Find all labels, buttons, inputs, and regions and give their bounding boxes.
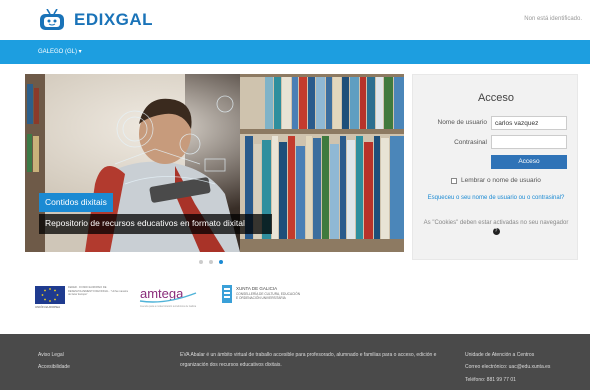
eu-text: FEDER · FONDO EUROPEO DE DESENVOLVEMENTO…	[68, 286, 128, 296]
language-selector[interactable]: GALEGO (GL) ▾	[38, 48, 82, 55]
footer-accessibility-link[interactable]: Accesibilidade	[38, 362, 70, 372]
top-navbar: GALEGO (GL) ▾	[0, 40, 590, 64]
footer-contact-title: Unidade de Atención a Centros	[465, 352, 535, 358]
eu-caption: UNIÓN EUROPEA	[35, 305, 61, 309]
xunta-title: XUNTA DE GALICIA	[236, 286, 278, 291]
password-label: Contrasinal	[454, 139, 487, 146]
slider-dot-3[interactable]	[219, 260, 223, 264]
site-footer: Aviso Legal Accesibilidade EVA Abalar é …	[0, 334, 590, 390]
login-title: Acceso	[477, 92, 515, 104]
username-label: Nome de usuario	[437, 119, 488, 126]
remember-checkbox[interactable]	[451, 177, 457, 184]
slider-pagination	[199, 260, 223, 264]
hero-slider[interactable]: Contidos dixitais Repositorio de recurso…	[25, 74, 404, 252]
username-field[interactable]	[491, 116, 567, 130]
eu-flag-logo	[35, 286, 65, 304]
cookies-notice: As "Cookies" deben estar activadas no se…	[423, 219, 569, 237]
login-panel: Acceso Nome de usuario Contrasinal Acces…	[412, 74, 578, 260]
remember-username[interactable]: Lembrar o nome de usuario	[451, 177, 541, 184]
amtega-sub: Axencia para a modernización tecnolóxica…	[140, 305, 197, 308]
password-field[interactable]	[491, 135, 567, 149]
site-header: EDIXGAL Non está identificado.	[0, 0, 590, 40]
footer-contact-phone: Teléfono: 881 99 77 01	[465, 377, 516, 383]
slider-dot-2[interactable]	[209, 260, 213, 264]
footer-description: EVA Abalar é un ámbito virtual de trabal…	[180, 352, 437, 368]
footer-contact-email[interactable]: Correo electrónico: uac@edu.xunta.es	[465, 362, 550, 372]
brand-name: EDIXGAL	[74, 10, 154, 29]
xunta-logo	[222, 285, 232, 303]
login-button[interactable]: Acceso	[491, 155, 567, 169]
remember-label: Lembrar o nome de usuario	[461, 177, 541, 184]
slider-dot-1[interactable]	[199, 260, 203, 264]
slide-caption-title: Contidos dixitais	[39, 193, 113, 212]
cookies-text: As "Cookies" deben estar activadas no se…	[423, 220, 569, 226]
partner-logos: amtega FEDER · FONDO EUROPEO DE DESENVOL…	[0, 283, 590, 309]
site-logo[interactable]: EDIXGAL	[38, 9, 153, 31]
footer-legal-link[interactable]: Aviso Legal	[38, 350, 64, 360]
tv-mascot-icon	[40, 9, 64, 30]
slide-caption-text: Repositorio de recursos educativos en fo…	[39, 214, 272, 234]
forgot-password-link[interactable]: Esqueceu o seu nome de usuario ou o cont…	[423, 194, 569, 203]
help-icon[interactable]: ?	[492, 228, 500, 235]
xunta-sub2: E ORDENACIÓN UNIVERSITARIA	[236, 296, 286, 300]
login-status-text: Non está identificado.	[524, 16, 582, 22]
